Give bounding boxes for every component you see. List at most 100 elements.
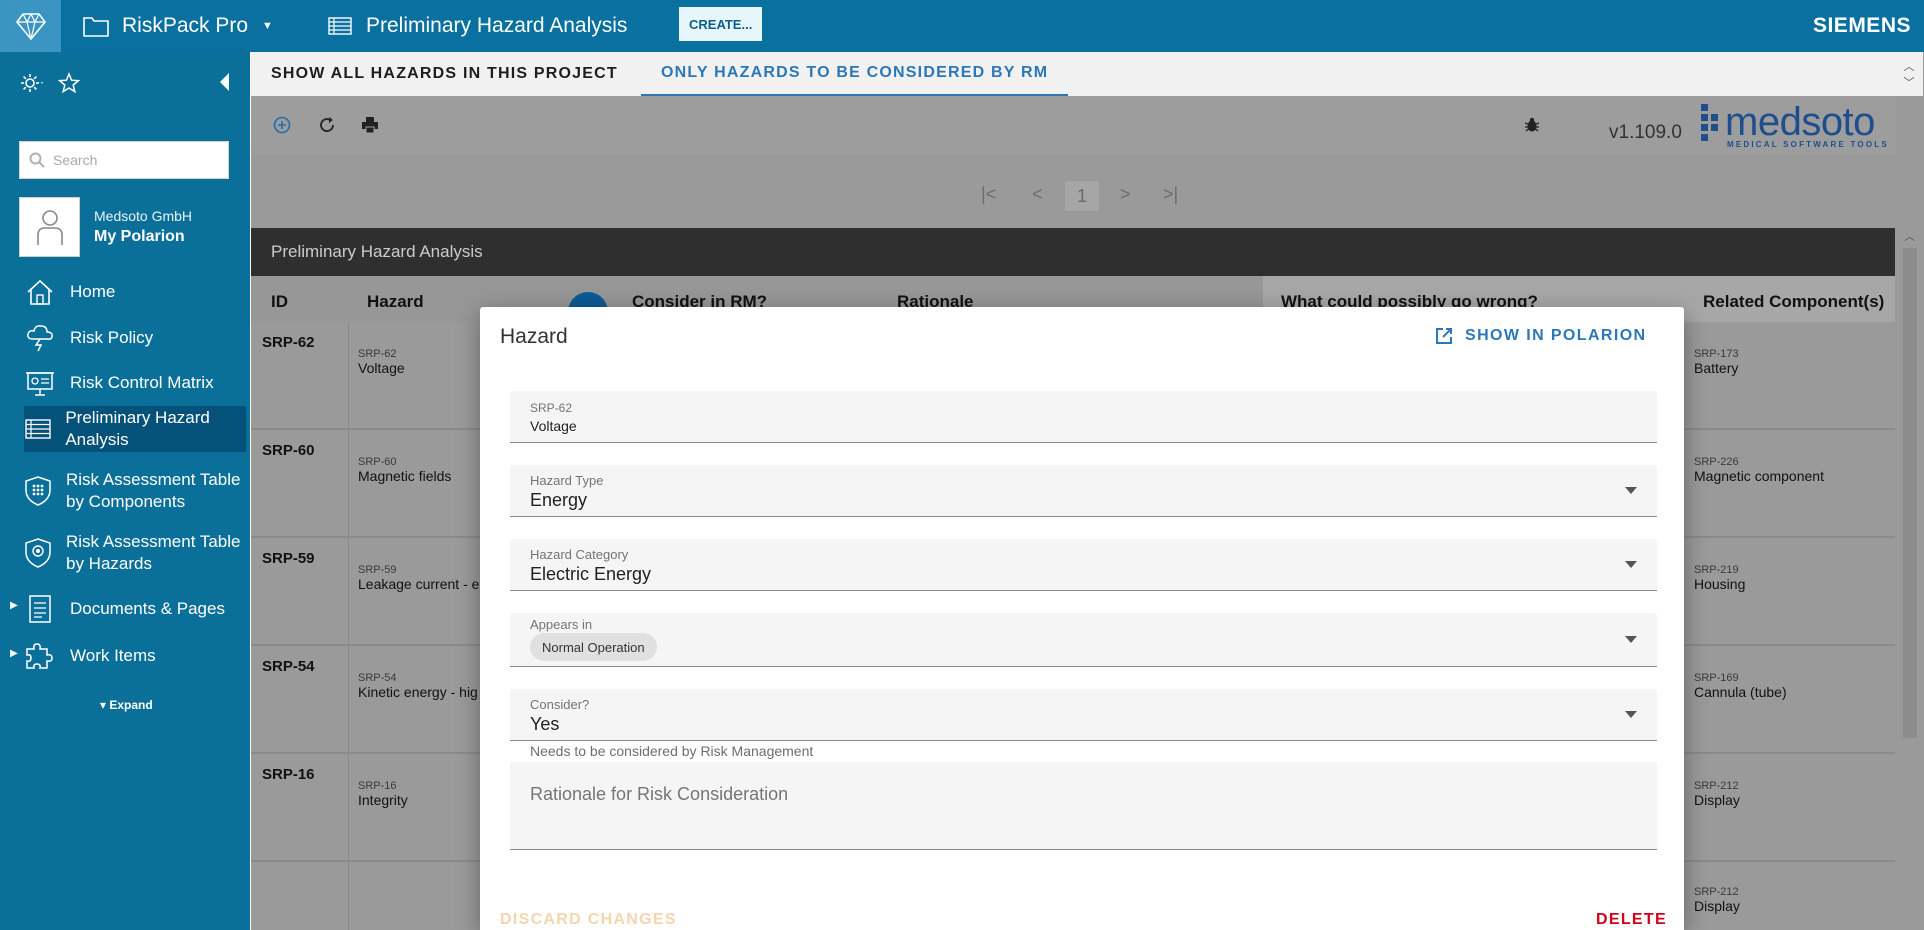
row-divider bbox=[348, 430, 349, 536]
sidebar-item-risk-policy[interactable]: Risk Policy bbox=[24, 318, 246, 358]
row-component-id: SRP-226 bbox=[1694, 456, 1824, 468]
tab-scroll[interactable]: ︿﹀ bbox=[1895, 52, 1923, 96]
row-hazard-id: SRP-54 bbox=[358, 672, 478, 684]
expand-link[interactable]: ▾ Expand bbox=[100, 698, 153, 712]
user-card[interactable]: Medsoto GmbH My Polarion bbox=[19, 197, 192, 257]
sidebar-item-risk-assessment-components[interactable]: Risk Assessment Table by Components bbox=[24, 458, 246, 524]
star-icon[interactable] bbox=[58, 72, 80, 97]
row-hazard: SRP-60Magnetic fields bbox=[358, 456, 451, 484]
sidebar-item-documents-pages[interactable]: Documents & Pages bbox=[24, 586, 246, 632]
discard-changes-button[interactable]: DISCARD CHANGES bbox=[500, 911, 677, 929]
add-circle-icon[interactable] bbox=[273, 116, 291, 139]
rationale-textarea[interactable] bbox=[510, 762, 1657, 849]
row-component-name: Battery bbox=[1694, 360, 1738, 376]
dropdown-arrow-icon[interactable] bbox=[1625, 689, 1637, 740]
row-hazard-id: SRP-60 bbox=[358, 456, 451, 468]
row-id: SRP-60 bbox=[262, 442, 315, 459]
tab-show-all-hazards[interactable]: SHOW ALL HAZARDS IN THIS PROJECT bbox=[251, 52, 638, 96]
first-page-icon[interactable]: |< bbox=[981, 184, 996, 205]
list-icon bbox=[24, 418, 51, 440]
hazard-type-select[interactable]: Hazard Type Energy bbox=[510, 465, 1657, 517]
tab-hazards-rm[interactable]: ONLY HAZARDS TO BE CONSIDERED BY RM bbox=[641, 52, 1068, 96]
row-hazard-name: Voltage bbox=[358, 360, 405, 376]
dialog-title: Hazard bbox=[500, 325, 568, 349]
home-icon bbox=[24, 279, 56, 305]
project-selector[interactable]: RiskPack Pro ▼ bbox=[82, 0, 273, 52]
consider-select[interactable]: Consider? Yes bbox=[510, 689, 1657, 741]
user-org: Medsoto GmbH bbox=[94, 208, 192, 224]
row-component: SRP-212Display bbox=[1694, 886, 1740, 914]
top-bar: RiskPack Pro ▼ Preliminary Hazard Analys… bbox=[0, 0, 1924, 52]
last-page-icon[interactable]: >| bbox=[1163, 184, 1178, 205]
siemens-brand: SIEMENS bbox=[1813, 0, 1911, 52]
sidebar-item-work-items[interactable]: Work Items bbox=[24, 636, 246, 676]
medsoto-logo-text: medsoto bbox=[1725, 100, 1875, 145]
expand-work-items-icon[interactable]: ▶ bbox=[10, 648, 18, 659]
collapse-sidebar-icon[interactable] bbox=[218, 72, 230, 92]
folder-icon bbox=[82, 14, 110, 38]
document-title-text: Preliminary Hazard Analysis bbox=[366, 14, 627, 38]
current-page[interactable]: 1 bbox=[1065, 181, 1099, 211]
normal-operation-chip[interactable]: Normal Operation bbox=[530, 633, 657, 661]
sidebar-search bbox=[19, 141, 229, 179]
column-id[interactable]: ID bbox=[271, 292, 288, 312]
delete-button[interactable]: DELETE bbox=[1596, 911, 1667, 929]
row-divider bbox=[348, 538, 349, 644]
refresh-icon[interactable] bbox=[318, 116, 336, 139]
hazard-type-value: Energy bbox=[530, 490, 587, 511]
dropdown-arrow-icon[interactable] bbox=[1625, 613, 1637, 666]
scrollbar-thumb[interactable] bbox=[1903, 248, 1917, 738]
bug-icon[interactable] bbox=[1524, 117, 1540, 138]
documents-icon bbox=[24, 593, 56, 625]
column-hazard[interactable]: Hazard bbox=[367, 292, 424, 312]
sidebar-item-home[interactable]: Home bbox=[24, 272, 246, 312]
chevron-up-icon[interactable]: ︿ bbox=[1904, 58, 1915, 74]
sidebar-item-label: Risk Assessment Table by Hazards bbox=[66, 531, 246, 575]
hazard-category-select[interactable]: Hazard Category Electric Energy bbox=[510, 539, 1657, 591]
row-component-id: SRP-173 bbox=[1694, 348, 1739, 360]
row-hazard-name: Magnetic fields bbox=[358, 468, 451, 484]
sidebar-item-preliminary-hazard-analysis[interactable]: Preliminary Hazard Analysis bbox=[24, 406, 246, 452]
next-page-icon[interactable]: > bbox=[1120, 184, 1131, 205]
table-title: Preliminary Hazard Analysis bbox=[271, 242, 483, 262]
table-title-bar: Preliminary Hazard Analysis bbox=[251, 228, 1895, 276]
chevron-down-icon: ▼ bbox=[262, 20, 273, 32]
hazard-dialog: Hazard SHOW IN POLARION SRP-62 Voltage H… bbox=[480, 307, 1684, 930]
print-icon[interactable] bbox=[361, 116, 379, 139]
chevron-down-icon[interactable]: ﹀ bbox=[1904, 74, 1915, 90]
row-hazard: SRP-16Integrity bbox=[358, 780, 408, 808]
column-related-components[interactable]: Related Component(s) bbox=[1703, 292, 1884, 312]
create-button[interactable]: CREATE... bbox=[679, 7, 762, 41]
polarion-logo-icon[interactable] bbox=[0, 0, 61, 52]
sidebar-item-label: Risk Policy bbox=[70, 327, 153, 349]
row-hazard-id: SRP-62 bbox=[358, 348, 405, 360]
presentation-board-icon bbox=[24, 369, 56, 397]
show-in-polarion-label: SHOW IN POLARION bbox=[1465, 327, 1647, 345]
expand-label: Expand bbox=[109, 698, 152, 712]
tab-label: ONLY HAZARDS TO BE CONSIDERED BY RM bbox=[661, 64, 1048, 82]
dropdown-arrow-icon[interactable] bbox=[1625, 465, 1637, 516]
gear-icon[interactable] bbox=[20, 72, 44, 97]
dropdown-arrow-icon[interactable] bbox=[1625, 539, 1637, 590]
show-in-polarion-link[interactable]: SHOW IN POLARION bbox=[1435, 327, 1647, 345]
expand-documents-icon[interactable]: ▶ bbox=[10, 600, 18, 611]
row-component-name: Cannula (tube) bbox=[1694, 684, 1787, 700]
title-field[interactable]: SRP-62 Voltage bbox=[510, 391, 1657, 443]
sidebar-item-risk-assessment-hazards[interactable]: Risk Assessment Table by Hazards bbox=[24, 530, 246, 576]
table-scrollbar[interactable]: ︿ bbox=[1895, 228, 1924, 930]
sidebar-item-risk-control-matrix[interactable]: Risk Control Matrix bbox=[24, 363, 246, 403]
row-component: SRP-219Housing bbox=[1694, 564, 1745, 592]
search-input[interactable] bbox=[53, 152, 223, 168]
row-component-name: Display bbox=[1694, 898, 1740, 914]
prev-page-icon[interactable]: < bbox=[1032, 184, 1043, 205]
appears-in-select[interactable]: Appears in Normal Operation bbox=[510, 613, 1657, 667]
row-id: SRP-54 bbox=[262, 658, 315, 675]
rationale-field[interactable] bbox=[510, 762, 1657, 850]
row-divider bbox=[348, 754, 349, 860]
tab-label: SHOW ALL HAZARDS IN THIS PROJECT bbox=[271, 65, 618, 83]
chevron-up-icon[interactable]: ︿ bbox=[1904, 228, 1915, 244]
puzzle-icon bbox=[24, 641, 56, 671]
row-divider bbox=[348, 646, 349, 752]
avatar bbox=[19, 197, 80, 257]
user-icon bbox=[35, 207, 65, 247]
